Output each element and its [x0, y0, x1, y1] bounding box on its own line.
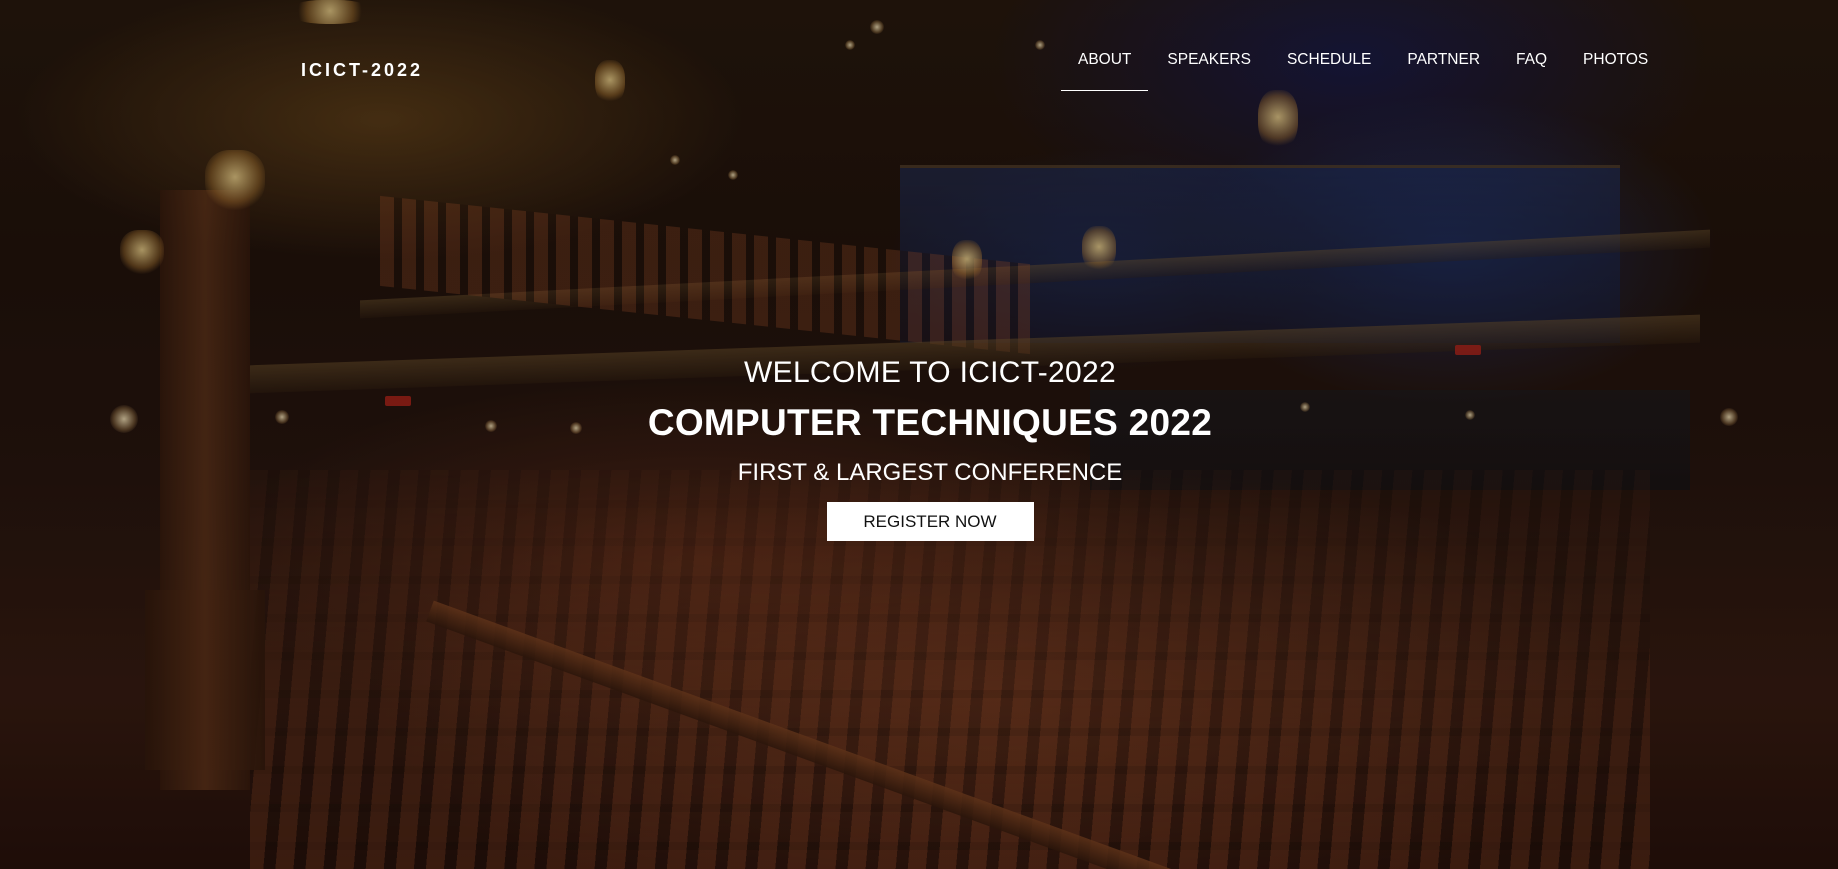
conference-title: COMPUTER TECHNIQUES 2022	[647, 402, 1213, 443]
site-logo[interactable]: ICICT-2022	[301, 60, 423, 81]
nav-partner[interactable]: PARTNER	[1389, 50, 1498, 70]
nav-faq[interactable]: FAQ	[1498, 50, 1565, 70]
nav-speakers[interactable]: SPEAKERS	[1149, 50, 1269, 70]
nav-about[interactable]: ABOUT	[1060, 50, 1149, 91]
nav-photos[interactable]: PHOTOS	[1565, 50, 1666, 70]
conference-tagline: FIRST & LARGEST CONFERENCE	[737, 459, 1123, 486]
welcome-heading: WELCOME TO ICICT-2022	[744, 356, 1116, 389]
nav-schedule[interactable]: SCHEDULE	[1269, 50, 1389, 70]
hero-section: ICICT-2022 ABOUT SPEAKERS SCHEDULE PARTN…	[0, 0, 1838, 869]
hero-content: WELCOME TO ICICT-2022 COMPUTER TECHNIQUE…	[0, 354, 1838, 541]
main-nav: ABOUT SPEAKERS SCHEDULE PARTNER FAQ PHOT…	[1060, 50, 1666, 91]
register-now-button[interactable]: REGISTER NOW	[826, 502, 1034, 541]
